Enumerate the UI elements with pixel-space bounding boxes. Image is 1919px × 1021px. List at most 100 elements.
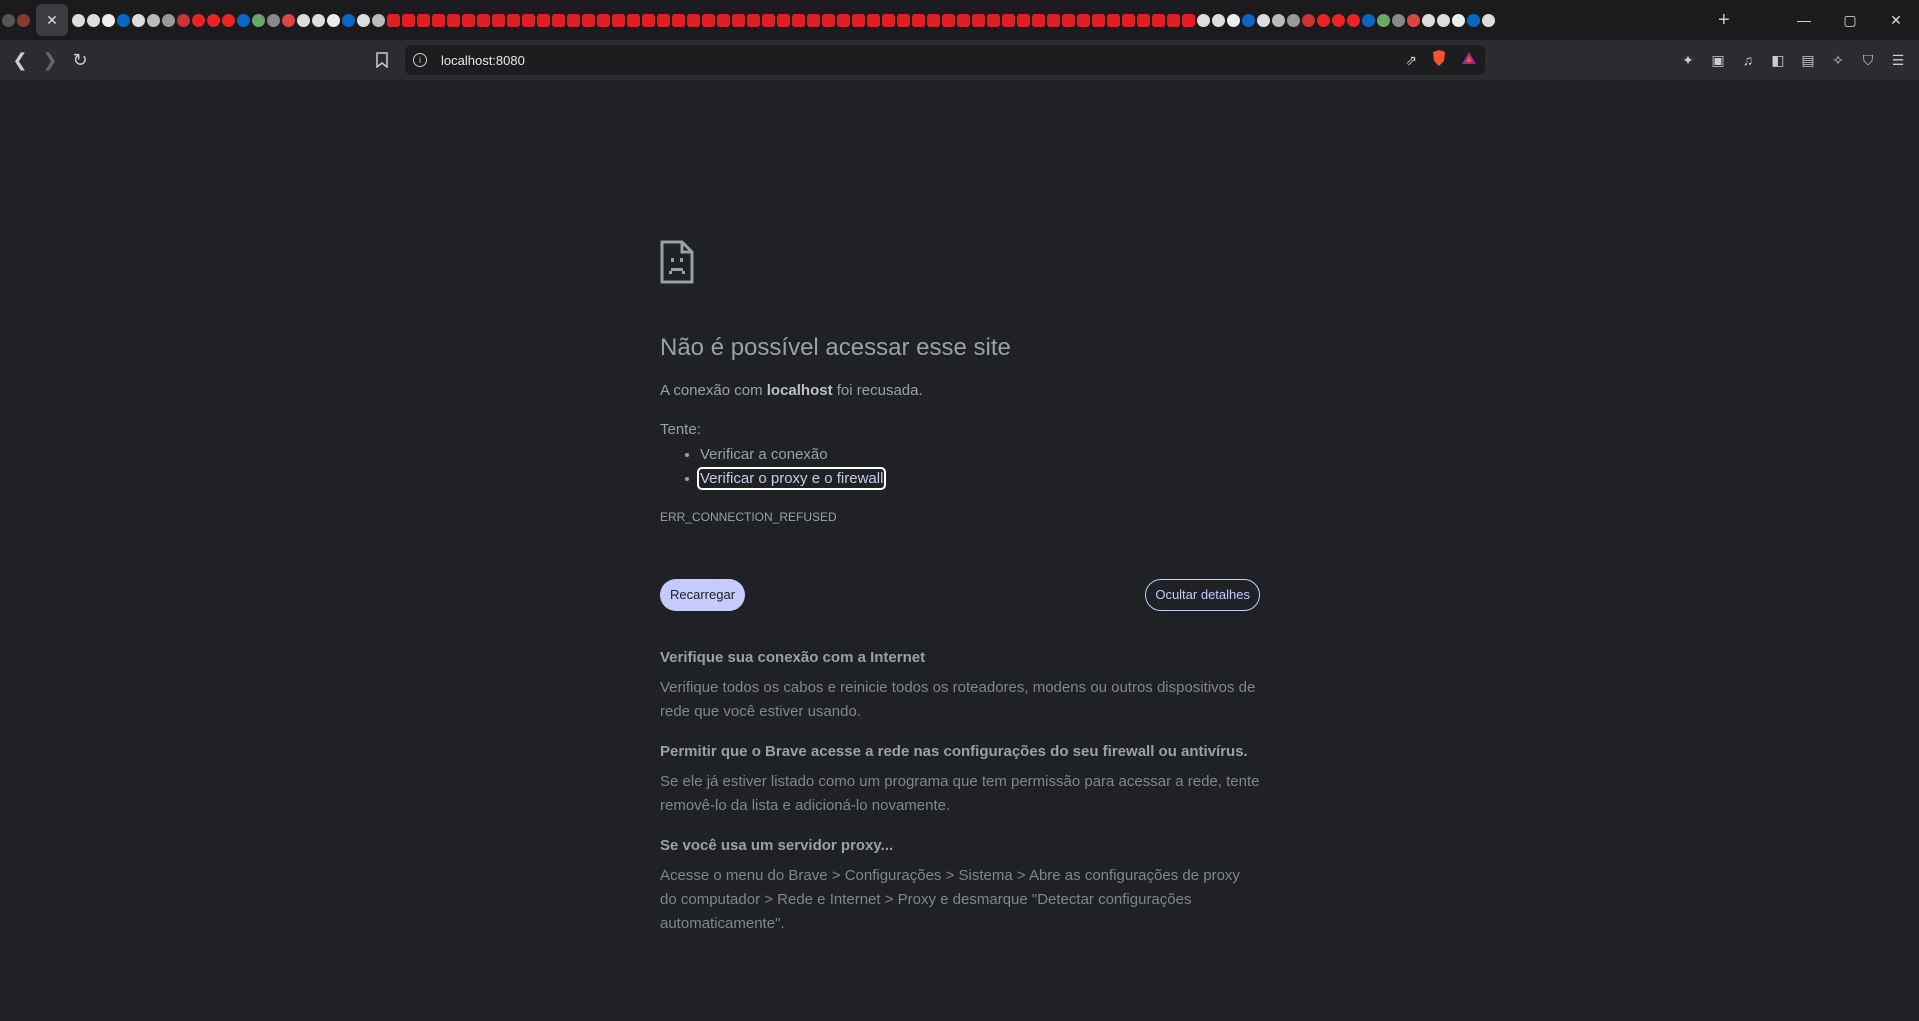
tab-favicon[interactable] <box>252 13 265 27</box>
minimize-button[interactable]: — <box>1781 0 1827 40</box>
tab-favicon[interactable] <box>762 13 775 27</box>
tab-favicon[interactable] <box>402 13 415 27</box>
tab-favicon[interactable] <box>1407 13 1420 27</box>
tab-favicon[interactable] <box>927 13 940 27</box>
tab-favicon[interactable] <box>1107 13 1120 27</box>
tab-favicon[interactable] <box>1182 13 1195 27</box>
hide-details-button[interactable]: Ocultar detalhes <box>1145 579 1260 611</box>
tab-favicon[interactable] <box>1437 13 1450 27</box>
forward-icon[interactable]: ❯ <box>35 45 65 75</box>
tab-favicon[interactable] <box>537 13 550 27</box>
tab-favicon[interactable] <box>612 13 625 27</box>
extensions-icon[interactable]: ✦ <box>1677 49 1699 71</box>
vpn-icon[interactable]: ⛉ <box>1857 49 1879 71</box>
tab-favicon[interactable] <box>897 13 910 27</box>
tab-favicon[interactable] <box>957 13 970 27</box>
tab-favicon[interactable] <box>1392 13 1405 27</box>
close-window-button[interactable]: ✕ <box>1873 0 1919 40</box>
tab-favicon[interactable] <box>462 13 475 27</box>
tab-favicon[interactable] <box>267 13 280 27</box>
tab-favicon[interactable] <box>1227 13 1240 27</box>
tab-favicon[interactable] <box>867 13 880 27</box>
tab-favicon[interactable] <box>72 13 85 27</box>
tab-favicon[interactable] <box>342 13 355 27</box>
sidebar-icon[interactable]: ◧ <box>1767 49 1789 71</box>
bookmark-icon[interactable] <box>367 45 397 75</box>
tab-favicon[interactable] <box>132 13 145 27</box>
tab-favicon[interactable] <box>1242 13 1255 27</box>
tab-favicon[interactable] <box>1377 13 1390 27</box>
tab-favicon[interactable] <box>522 13 535 27</box>
leo-icon[interactable]: ✧ <box>1827 49 1849 71</box>
active-tab[interactable]: ✕ <box>36 4 68 36</box>
tab-favicon[interactable] <box>837 13 850 27</box>
tab-favicon[interactable] <box>792 13 805 27</box>
reload-icon[interactable]: ↻ <box>65 45 95 75</box>
tab-favicon[interactable] <box>1422 13 1435 27</box>
tab-favicon[interactable] <box>822 13 835 27</box>
tab-favicon[interactable] <box>1017 13 1030 27</box>
tab-favicon[interactable] <box>1062 13 1075 27</box>
tab-favicon[interactable] <box>492 13 505 27</box>
close-icon[interactable]: ✕ <box>46 12 58 29</box>
tab-favicon[interactable] <box>297 13 310 27</box>
tab-favicon[interactable] <box>1032 13 1045 27</box>
tab-favicon[interactable] <box>117 13 130 27</box>
tab-favicon[interactable] <box>1197 13 1210 27</box>
tab-favicon[interactable] <box>582 13 595 27</box>
tab-favicon[interactable] <box>747 13 760 27</box>
tab-favicon[interactable] <box>1212 13 1225 27</box>
tab-favicon[interactable] <box>687 13 700 27</box>
tab-favicon[interactable] <box>327 13 340 27</box>
tab-favicon[interactable] <box>1287 13 1300 27</box>
share-icon[interactable]: ⇗ <box>1405 52 1417 69</box>
tab-favicon[interactable] <box>102 13 115 27</box>
tab-favicon[interactable] <box>177 13 190 27</box>
url-text[interactable]: localhost:8080 <box>441 53 525 68</box>
tab-favicon[interactable] <box>567 13 580 27</box>
tab-favicon[interactable] <box>942 13 955 27</box>
tab-favicon[interactable] <box>357 13 370 27</box>
tab-favicon[interactable] <box>1092 13 1105 27</box>
tab-favicon[interactable] <box>1047 13 1060 27</box>
tab-favicon[interactable] <box>1002 13 1015 27</box>
tab-favicon[interactable] <box>1152 13 1165 27</box>
tab-favicon[interactable] <box>237 13 250 27</box>
tab-favicon[interactable] <box>777 13 790 27</box>
wallet-icon[interactable]: ▤ <box>1797 49 1819 71</box>
tab-favicon[interactable] <box>552 13 565 27</box>
site-info-icon[interactable]: i <box>413 53 427 67</box>
tab-favicon[interactable] <box>1452 13 1465 27</box>
tab-favicon[interactable] <box>387 13 400 27</box>
new-tab-button[interactable]: + <box>1718 9 1730 32</box>
tab-favicon[interactable] <box>987 13 1000 27</box>
tab-favicon[interactable] <box>657 13 670 27</box>
tab-favicon[interactable] <box>207 13 220 27</box>
media-icon[interactable]: ♫ <box>1737 49 1759 71</box>
tab-favicon[interactable] <box>852 13 865 27</box>
tab-favicon[interactable] <box>222 13 235 27</box>
address-bar[interactable]: i localhost:8080 ⇗ <box>405 45 1485 75</box>
tab-favicon[interactable] <box>372 13 385 27</box>
tab-favicon[interactable] <box>1347 13 1360 27</box>
tab-favicon[interactable] <box>1467 13 1480 27</box>
reader-icon[interactable]: ▣ <box>1707 49 1729 71</box>
tab-favicon[interactable] <box>1272 13 1285 27</box>
tab-favicon[interactable] <box>87 13 100 27</box>
brave-shields-icon[interactable] <box>1431 49 1447 72</box>
tab-favicon[interactable] <box>1122 13 1135 27</box>
tab-favicon[interactable] <box>447 13 460 27</box>
tab-favicon[interactable] <box>162 13 175 27</box>
restore-button[interactable]: ▢ <box>1827 0 1873 40</box>
tab-favicon[interactable] <box>642 13 655 27</box>
tab-favicon[interactable] <box>17 13 30 27</box>
tab-favicon[interactable] <box>807 13 820 27</box>
brave-rewards-icon[interactable] <box>1461 50 1477 71</box>
tab-favicon[interactable] <box>717 13 730 27</box>
tab-favicon[interactable] <box>702 13 715 27</box>
tab-favicon[interactable] <box>1482 13 1495 27</box>
tab-favicon[interactable] <box>2 13 15 27</box>
tab-favicon[interactable] <box>882 13 895 27</box>
tab-favicon[interactable] <box>1077 13 1090 27</box>
tab-favicon[interactable] <box>477 13 490 27</box>
